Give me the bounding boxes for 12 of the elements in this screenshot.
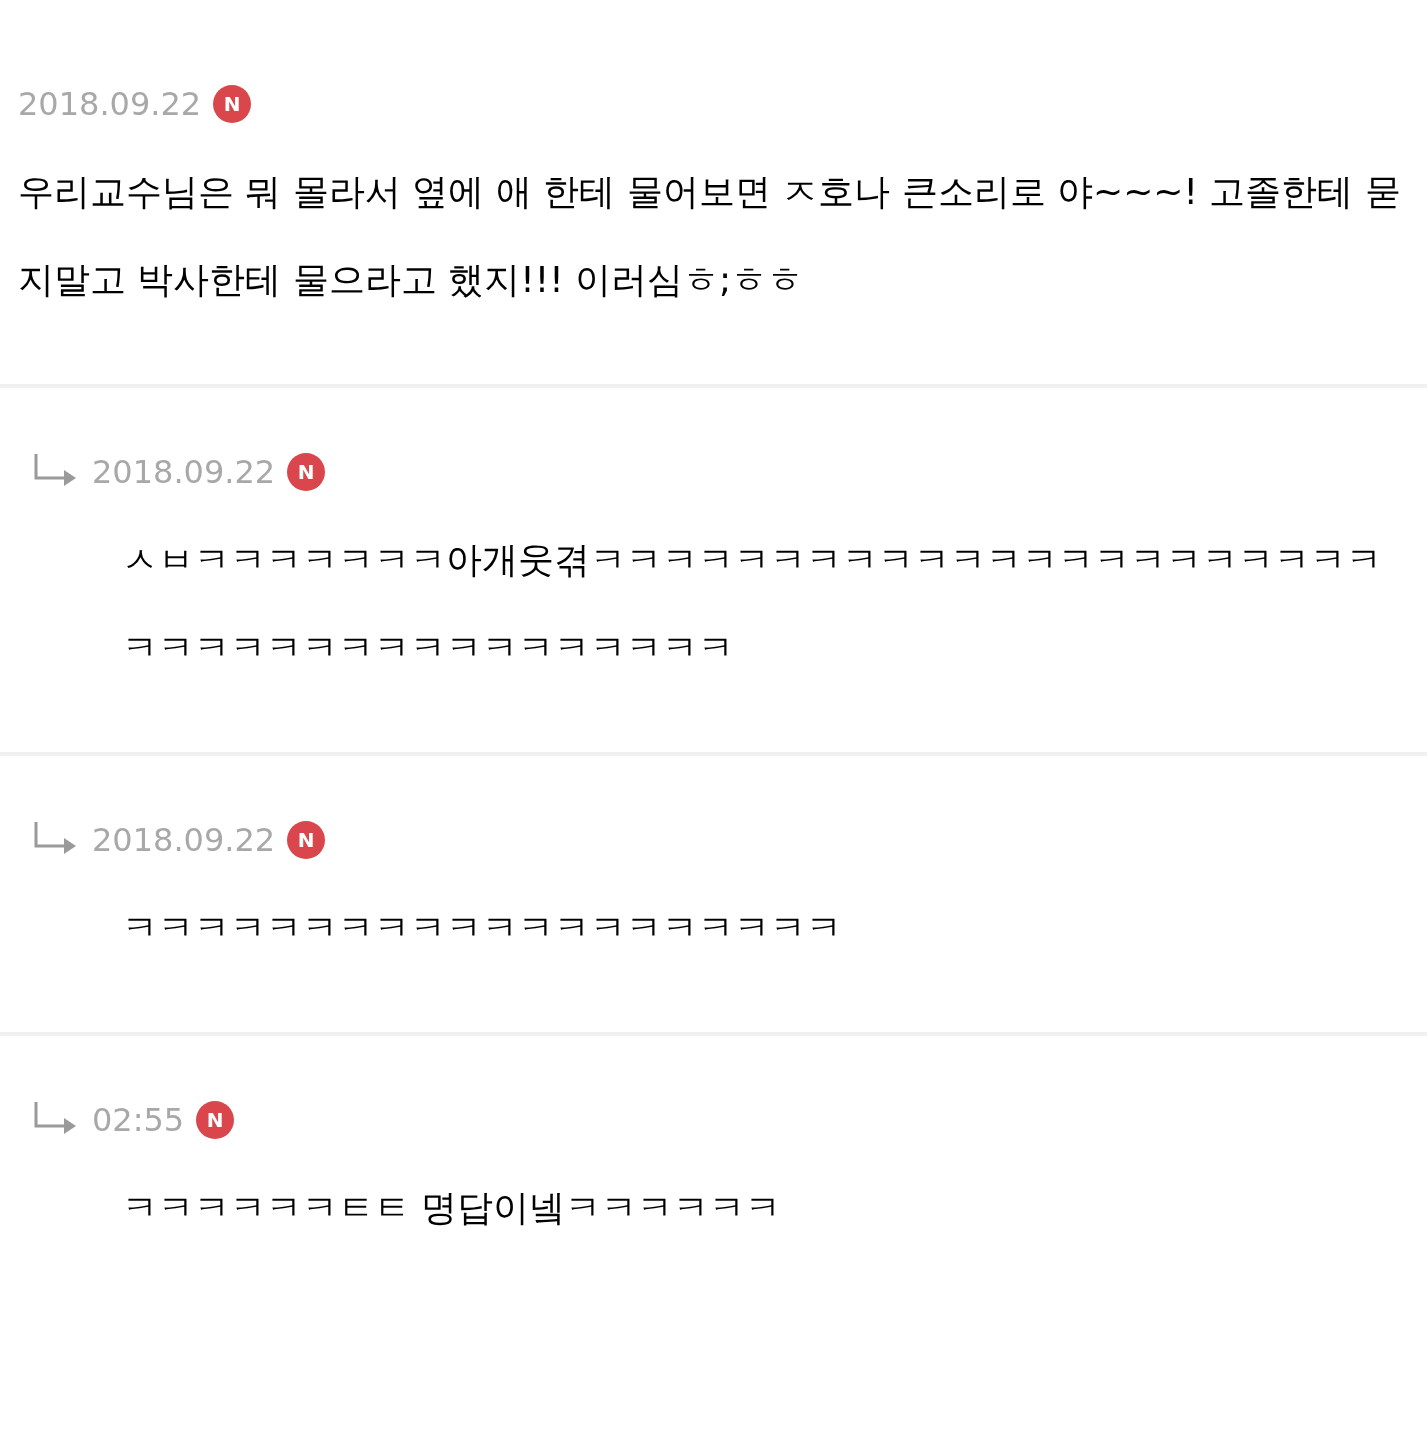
comment-date: 2018.09.22 bbox=[18, 84, 202, 125]
comment-date: 2018.09.22 bbox=[92, 820, 276, 861]
comment-text: ㅋㅋㅋㅋㅋㅋㅌㅌ 명답이넼ㅋㅋㅋㅋㅋㅋ bbox=[121, 1186, 783, 1230]
comment-date: 2018.09.22 bbox=[92, 452, 276, 493]
new-badge: N bbox=[287, 453, 326, 491]
comment-text: ㅋㅋㅋㅋㅋㅋㅋㅋㅋㅋㅋㅋㅋㅋㅋㅋㅋㅋㅋㅋ bbox=[121, 906, 843, 950]
new-badge: N bbox=[287, 821, 326, 859]
new-badge: N bbox=[196, 1101, 235, 1139]
new-badge: N bbox=[213, 85, 252, 123]
comment-text: 우리교수님은 뭐 몰라서 옆에 애 한테 물어보면 ㅈ호나 큰소리로 야~~~! 고졸한테 묻지말고 박사한테 물으라고 했지!!! 이러심ㅎ;ㅎㅎ bbox=[18, 170, 1402, 302]
comment-date: 02:55 bbox=[92, 1100, 185, 1141]
comment-text: ㅅㅂㅋㅋㅋㅋㅋㅋㅋ아개웃겪ㅋㅋㅋㅋㅋㅋㅋㅋㅋㅋㅋㅋㅋㅋㅋㅋㅋㅋㅋㅋㅋㅋㅋㅋㅋㅋㅋㅋㅋㅋㅋㅋㅋㅋㅋㅋㅋㅋㅋ bbox=[121, 538, 1383, 670]
